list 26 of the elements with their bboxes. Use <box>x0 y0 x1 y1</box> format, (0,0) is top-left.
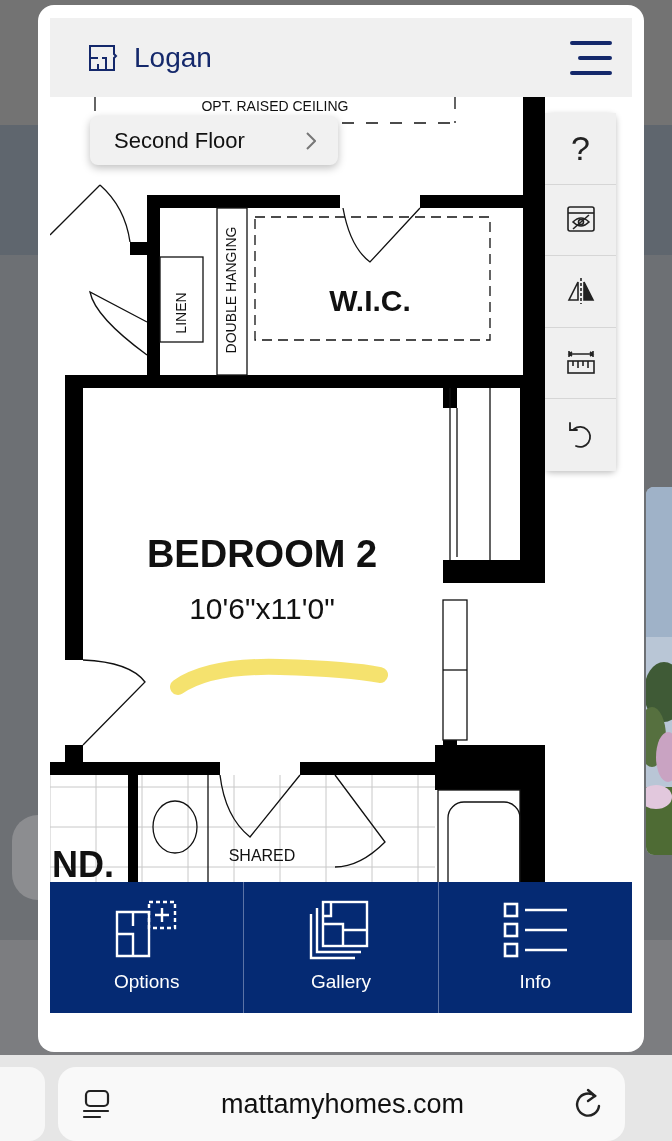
eye-icon <box>565 204 596 235</box>
closet-label: LINEN <box>172 292 189 334</box>
floor-plan-icon <box>88 43 118 72</box>
reader-icon <box>82 1089 112 1119</box>
room-label: ND. <box>52 844 114 882</box>
plan-title: Logan <box>134 40 212 75</box>
reload-icon <box>573 1088 603 1120</box>
reset-button[interactable] <box>545 399 616 471</box>
plan-note: OPT. RAISED CEILING <box>201 98 349 114</box>
room-size: 10'6"x11'0" <box>189 592 335 625</box>
floor-menu[interactable]: Second Floor <box>90 116 338 165</box>
mirror-icon <box>565 276 596 307</box>
url-text: mattamyhomes.com <box>220 1087 465 1121</box>
mirror-button[interactable] <box>545 256 616 328</box>
menu-icon <box>570 40 612 75</box>
room-label: BEDROOM 2 <box>146 533 378 575</box>
measure-button[interactable] <box>545 327 616 399</box>
plan-note: SHARED <box>228 847 296 864</box>
room-label: W.I.C. <box>329 284 411 317</box>
menu-button[interactable] <box>570 40 612 75</box>
closet-label: DOUBLE HANGING <box>222 226 239 354</box>
help-button[interactable]: ? <box>545 113 616 185</box>
hide-button[interactable] <box>545 184 616 256</box>
address-bar[interactable]: mattamyhomes.com <box>58 1067 625 1141</box>
dashed-line <box>94 97 96 112</box>
chevron-icon <box>306 131 316 150</box>
